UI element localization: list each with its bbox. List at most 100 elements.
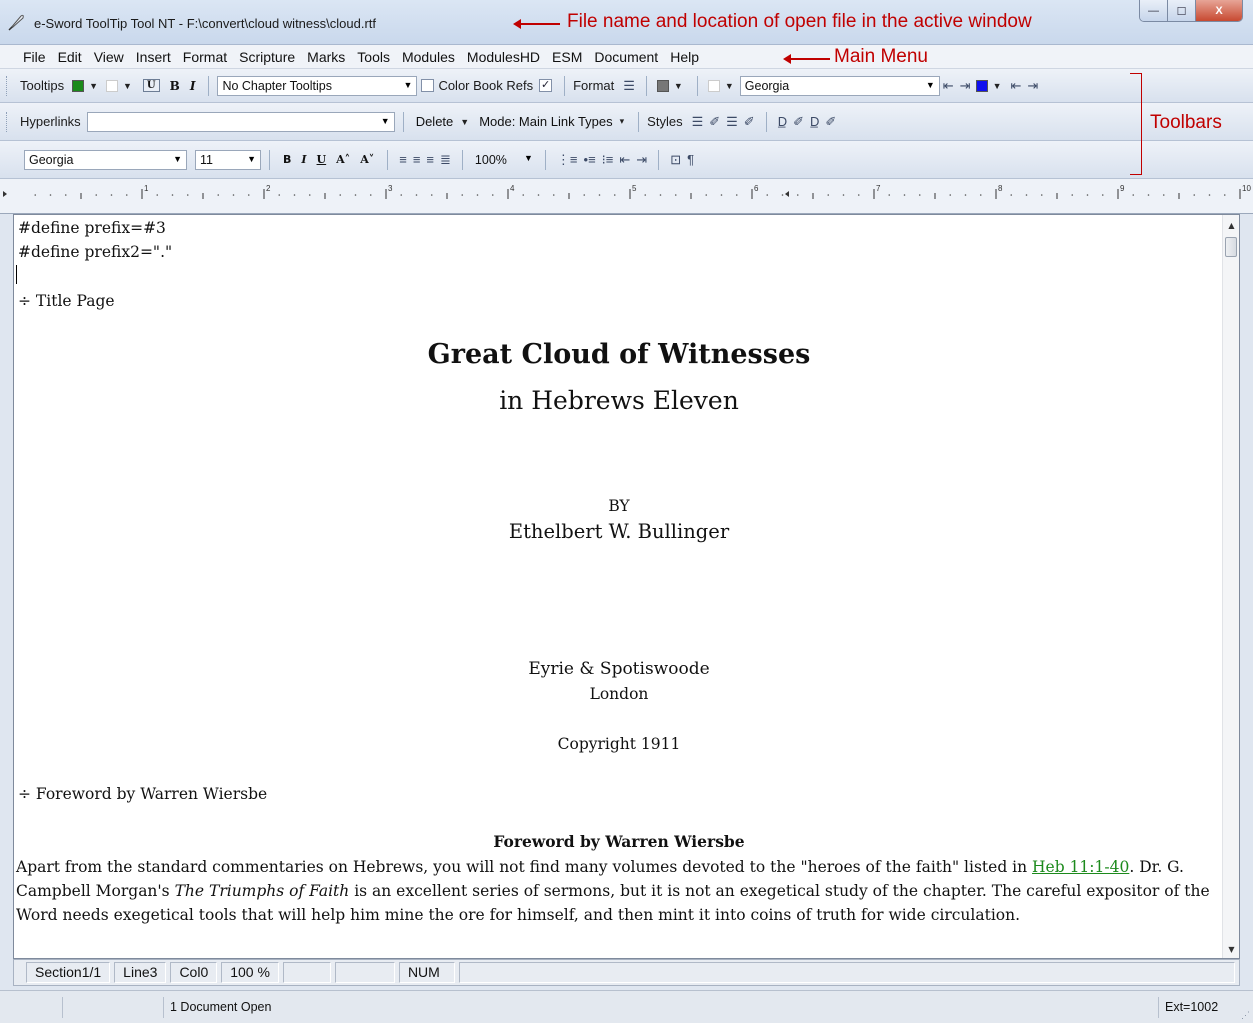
fill-color-dropdown-icon[interactable]: ▼ xyxy=(674,81,683,91)
color-book-refs-label: Color Book Refs xyxy=(438,78,534,93)
tooltip-color-swatch[interactable] xyxy=(72,79,85,92)
menu-insert[interactable]: Insert xyxy=(130,49,177,65)
highlight-color-dropdown-icon[interactable]: ▼ xyxy=(993,81,1002,91)
align-justify-icon[interactable]: ≣ xyxy=(440,152,451,168)
toolbar-separator xyxy=(544,149,546,170)
style-apply-icon[interactable]: ✐ xyxy=(744,114,755,130)
ruler-minor-tick xyxy=(49,194,52,196)
ruler-minor-tick xyxy=(644,194,647,196)
toolbar-separator xyxy=(638,111,640,132)
indent-increase-icon[interactable]: ⇥ xyxy=(636,152,647,168)
zoom-value: 100% xyxy=(474,152,507,167)
paragraph-format-icon[interactable]: ☰ xyxy=(623,78,635,94)
ruler-minor-tick xyxy=(720,194,723,196)
menu-view[interactable]: View xyxy=(88,49,130,65)
ruler[interactable]: 1 2 3 4 5 6 7 8 9 10 xyxy=(0,179,1253,214)
scripture-link[interactable]: Heb 11:1-40 xyxy=(1032,858,1129,876)
bold-icon[interactable]: B xyxy=(283,153,291,166)
mode-dropdown-icon[interactable]: ▾ xyxy=(620,116,625,127)
align-left-icon[interactable]: ≡ xyxy=(399,152,407,167)
menu-marks[interactable]: Marks xyxy=(301,49,351,65)
menu-tools[interactable]: Tools xyxy=(351,49,396,65)
formatting-toolbar: Georgia ▼ 11 ▼ B I U A˄ A˅ ≡ ≡ ≡ ≣ 100% … xyxy=(0,141,1253,179)
quill-pen-icon xyxy=(8,14,24,31)
resize-grip-icon[interactable]: ⋰ xyxy=(1241,1010,1250,1021)
text-background-swatch[interactable] xyxy=(707,79,720,92)
tooltip-color-dropdown-icon[interactable]: ▼ xyxy=(89,81,98,91)
menu-modules[interactable]: Modules xyxy=(396,49,461,65)
ruler-minor-tick xyxy=(293,194,296,196)
align-right-icon[interactable]: ≡ xyxy=(426,152,434,167)
italic-icon[interactable]: I xyxy=(190,79,196,93)
menu-esm[interactable]: ESM xyxy=(546,49,588,65)
ruler-minor-tick xyxy=(369,194,372,196)
annotation-bracket xyxy=(1130,73,1142,175)
format-font-select[interactable]: Georgia ▼ xyxy=(739,75,940,96)
indent-increase-icon[interactable]: ⇥ xyxy=(960,78,971,94)
italic-icon[interactable]: I xyxy=(301,153,306,166)
scrollbar-thumb[interactable] xyxy=(1225,237,1237,257)
ruler-minor-tick xyxy=(1010,194,1013,196)
background-color-dropdown-icon[interactable]: ▼ xyxy=(123,81,132,91)
style-apply-icon[interactable]: ✐ xyxy=(793,114,804,130)
menu-moduleshd[interactable]: ModulesHD xyxy=(461,49,546,65)
font-size-select[interactable]: 11 ▼ xyxy=(195,149,261,170)
minimize-button[interactable]: — xyxy=(1140,0,1168,21)
indent-decrease-icon[interactable]: ⇤ xyxy=(619,152,630,168)
numbered-list-icon[interactable]: ⋮≡ xyxy=(557,152,578,168)
menu-help[interactable]: Help xyxy=(664,49,705,65)
delete-button[interactable]: Delete xyxy=(416,114,454,129)
superscript-icon[interactable]: A˄ xyxy=(336,153,350,166)
underline-icon[interactable]: U xyxy=(317,153,327,166)
close-button[interactable]: X xyxy=(1196,0,1242,21)
style-paragraph-icon[interactable]: ☰ xyxy=(726,114,738,130)
zoom-select[interactable]: 100% ▼ xyxy=(471,150,537,170)
indent-increase-icon[interactable]: ⇥ xyxy=(1027,78,1038,94)
scroll-down-icon[interactable]: ▼ xyxy=(1223,941,1239,958)
underline-toggle-icon[interactable]: U xyxy=(142,79,160,92)
highlight-color-swatch[interactable] xyxy=(975,79,988,92)
align-center-icon[interactable]: ≡ xyxy=(413,152,421,167)
style-underline-icon[interactable]: D̲ xyxy=(778,114,787,129)
color-book-refs-pre-checkbox[interactable] xyxy=(421,79,435,92)
fill-color-swatch[interactable] xyxy=(656,79,669,92)
app-status-bar: 1 Document Open Ext=1002 ⋰ xyxy=(0,990,1253,1023)
style-apply-icon[interactable]: ✐ xyxy=(709,114,720,130)
style-paragraph-icon[interactable]: ☰ xyxy=(692,114,704,130)
menu-edit[interactable]: Edit xyxy=(52,49,88,65)
menu-document[interactable]: Document xyxy=(588,49,664,65)
document-editor[interactable]: #define prefix=#3 #define prefix2="." ÷ … xyxy=(13,214,1240,959)
menu-file[interactable]: File xyxy=(17,49,52,65)
multilevel-list-icon[interactable]: ⁝≡ xyxy=(602,152,614,168)
toolbar-grip[interactable] xyxy=(6,75,10,96)
foreword-marker: ÷ Foreword by Warren Wiersbe xyxy=(18,785,268,803)
toolbar-separator xyxy=(645,75,647,96)
maximize-button[interactable]: ☐ xyxy=(1168,0,1196,21)
style-underline-icon[interactable]: D̲ xyxy=(810,114,819,129)
font-family-select[interactable]: Georgia ▼ xyxy=(24,149,187,170)
style-apply-icon[interactable]: ✐ xyxy=(825,114,836,130)
bold-icon[interactable]: B xyxy=(170,79,180,93)
insert-box-icon[interactable]: ⊡ xyxy=(670,152,681,168)
scroll-up-icon[interactable]: ▲ xyxy=(1223,217,1239,234)
toolbar-grip[interactable] xyxy=(6,111,10,132)
indent-decrease-icon[interactable]: ⇤ xyxy=(1011,78,1022,94)
vertical-scrollbar[interactable]: ▲ ▼ xyxy=(1222,215,1239,958)
chapter-tooltips-select[interactable]: No Chapter Tooltips ▼ xyxy=(217,75,418,96)
menu-scripture[interactable]: Scripture xyxy=(233,49,301,65)
mode-dropdown-button[interactable]: Mode: Main Link Types xyxy=(479,114,612,129)
background-color-swatch[interactable] xyxy=(106,79,118,92)
menu-format[interactable]: Format xyxy=(177,49,233,65)
hyperlinks-select[interactable]: ▼ xyxy=(86,111,395,132)
title-page-marker: ÷ Title Page xyxy=(18,292,115,310)
ruler-minor-tick xyxy=(796,194,799,196)
subscript-icon[interactable]: A˅ xyxy=(360,153,374,166)
copyright: Copyright 1911 xyxy=(557,735,681,753)
ruler-minor-tick xyxy=(766,194,769,196)
text-background-dropdown-icon[interactable]: ▼ xyxy=(725,81,734,91)
color-book-refs-checkbox[interactable]: ✓ xyxy=(539,79,553,92)
delete-dropdown-icon[interactable]: ▼ xyxy=(460,117,469,127)
bulleted-list-icon[interactable]: •≡ xyxy=(584,152,596,167)
indent-decrease-icon[interactable]: ⇤ xyxy=(943,78,954,94)
pilcrow-icon[interactable]: ¶ xyxy=(687,152,694,167)
